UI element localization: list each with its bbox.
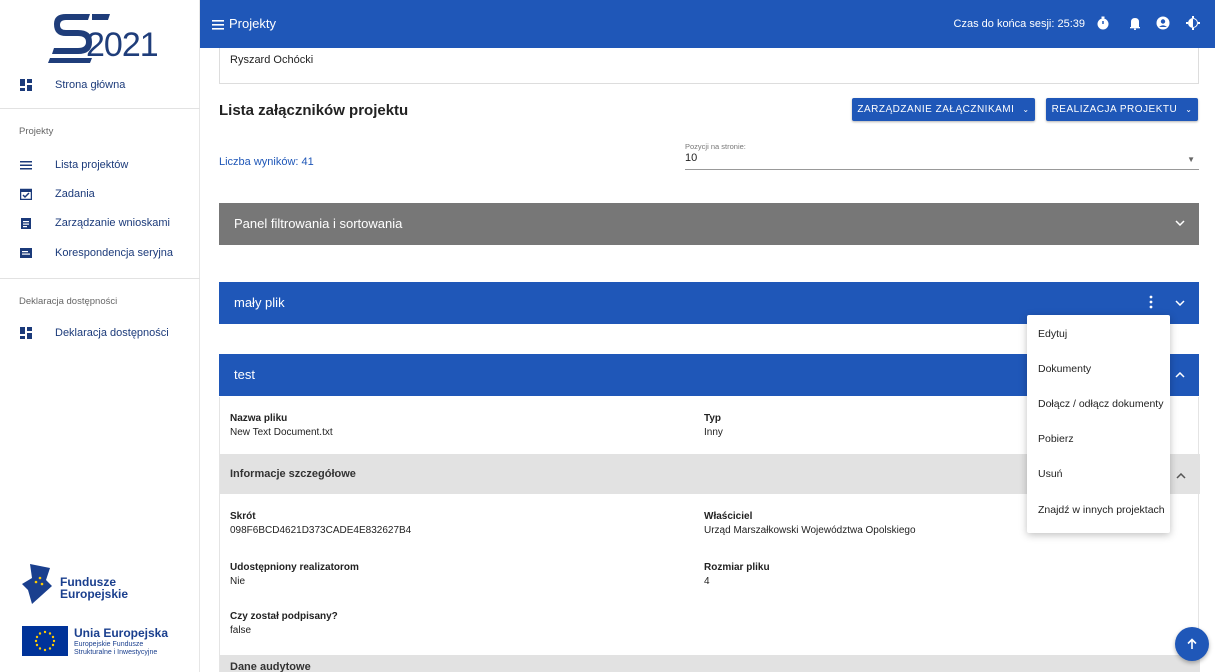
section-title: Informacje szczegółowe — [230, 468, 356, 480]
section-label-deklaracja: Deklaracja dostępności — [19, 296, 118, 307]
attachment-title: mały plik — [234, 295, 285, 310]
field-value: New Text Document.txt — [230, 427, 333, 438]
fe-logo-text: Fundusze Europejskie — [60, 575, 129, 601]
menu-item-find-in-other-projects[interactable]: Znajdź w innych projektach — [1027, 493, 1170, 527]
field-label: Udostępniony realizatorom — [230, 562, 359, 573]
divider — [0, 108, 200, 109]
fe-flag-icon — [22, 564, 52, 604]
notification-bell-icon[interactable] — [1127, 15, 1143, 31]
eu-logo-title: Unia Europejska — [74, 626, 169, 640]
attachment-title: test — [234, 367, 255, 382]
list-icon — [20, 159, 32, 171]
page-heading: Lista załączników projektu — [219, 102, 409, 119]
chevron-down-icon — [1175, 218, 1185, 229]
field-label: Czy został podpisany? — [230, 611, 338, 622]
field-file-name: Nazwa pliku New Text Document.txt — [230, 413, 333, 438]
menu-item-attach-detach-documents[interactable]: Dołącz / odłącz dokumenty — [1027, 387, 1170, 421]
project-person: Ryszard Ochócki — [230, 54, 314, 66]
dashboard-icon — [20, 327, 32, 339]
field-value: 4 — [704, 576, 710, 587]
chevron-down-icon[interactable] — [1175, 298, 1185, 309]
field-value: Nie — [230, 576, 246, 587]
fundusze-europejskie-logo: Fundusze Europejskie — [22, 564, 182, 608]
sidebar-item-accessibility[interactable]: Deklaracja dostępności — [0, 322, 200, 344]
sidebar-item-label: Deklaracja dostępności — [55, 327, 169, 339]
dashboard-icon — [20, 79, 32, 91]
timer-icon[interactable] — [1095, 15, 1111, 31]
sidebar-item-label: Lista projektów — [55, 159, 129, 171]
field-label: Nazwa pliku — [230, 413, 288, 424]
chevron-up-icon[interactable] — [1176, 471, 1186, 482]
sidebar-item-mail-merge[interactable]: Korespondencja seryjna — [0, 242, 200, 264]
field-owner: Właściciel Urząd Marszałkowski Województ… — [704, 511, 916, 536]
session-timer: Czas do końca sesji: 25:39 — [953, 18, 1085, 30]
sidebar-item-label: Zarządzanie wnioskami — [55, 217, 170, 229]
field-label: Typ — [704, 413, 722, 424]
sidebar-item-label: Strona główna — [55, 79, 126, 91]
section-title: Dane audytowe — [230, 661, 311, 672]
page-title: Projekty — [229, 16, 276, 31]
filter-panel-title: Panel filtrowania i sortowania — [234, 216, 403, 231]
sidebar-item-label: Korespondencja seryjna — [55, 247, 174, 259]
per-page-value: 10 — [685, 152, 698, 164]
chevron-up-icon[interactable] — [1175, 370, 1185, 381]
scroll-to-top-button[interactable] — [1175, 627, 1209, 661]
field-shared: Udostępniony realizatorom Nie — [230, 562, 359, 587]
field-hash: Skrót 098F6BCD4621D373CADE4E832627B4 — [230, 511, 411, 536]
field-label: Właściciel — [704, 511, 753, 522]
field-file-size: Rozmiar pliku 4 — [704, 562, 770, 587]
field-type: Typ Inny — [704, 413, 723, 438]
button-label: ZARZĄDZANIE ZAŁĄCZNIKAMI — [857, 104, 1015, 115]
chevron-down-icon: ⌄ — [1185, 105, 1193, 114]
sidebar-item-label: Zadania — [55, 188, 95, 200]
attachment-actions-menu: Edytuj Dokumenty Dołącz / odłącz dokumen… — [1027, 315, 1170, 533]
calendar-check-icon — [20, 188, 32, 200]
button-label: REALIZACJA PROJEKTU — [1051, 104, 1178, 115]
filter-sort-panel[interactable]: Panel filtrowania i sortowania — [219, 203, 1199, 245]
result-count: Liczba wyników: 41 — [219, 156, 314, 168]
project-info-card: Ryszard Ochócki — [219, 48, 1199, 84]
section-audit-header[interactable]: Dane audytowe — [220, 655, 1200, 672]
arrow-up-icon — [1187, 638, 1197, 649]
field-value: false — [230, 625, 252, 636]
menu-item-download[interactable]: Pobierz — [1027, 422, 1170, 456]
per-page-select[interactable]: 10 ▼ — [685, 152, 1199, 170]
mail-merge-icon — [20, 247, 32, 259]
eu-logo-subtitle: Europejskie Fundusze Strukturalne i Inwe… — [74, 641, 158, 656]
field-label: Rozmiar pliku — [704, 562, 770, 573]
sidebar: 2021 Strona główna Projekty Lista projek… — [0, 0, 200, 672]
menu-item-delete[interactable]: Usuń — [1027, 457, 1170, 491]
logo-year: 2021 — [86, 26, 159, 64]
eu-flag-icon — [22, 626, 68, 656]
sidebar-item-home[interactable]: Strona główna — [0, 74, 200, 96]
menu-item-edit[interactable]: Edytuj — [1027, 317, 1170, 351]
sidebar-item-applications[interactable]: Zarządzanie wnioskami — [0, 212, 200, 234]
field-signed: Czy został podpisany? false — [230, 611, 338, 636]
field-value: Inny — [704, 427, 723, 438]
clipboard-icon — [20, 217, 32, 229]
top-bar: Projekty Czas do końca sesji: 25:39 — [200, 0, 1215, 48]
dropdown-arrow-icon: ▼ — [1187, 155, 1195, 164]
project-realization-button[interactable]: REALIZACJA PROJEKTU ⌄ — [1046, 98, 1198, 121]
contrast-settings-icon[interactable] — [1185, 15, 1201, 31]
sidebar-item-project-list[interactable]: Lista projektów — [0, 154, 200, 176]
field-value: Urząd Marszałkowski Województwa Opolskie… — [704, 525, 916, 536]
st2021-logo[interactable]: 2021 — [48, 10, 166, 68]
divider — [0, 278, 200, 279]
more-vert-icon[interactable] — [1149, 295, 1153, 312]
attachments-management-button[interactable]: ZARZĄDZANIE ZAŁĄCZNIKAMI ⌄ — [852, 98, 1035, 121]
hamburger-menu-icon[interactable] — [212, 17, 224, 33]
menu-item-documents[interactable]: Dokumenty — [1027, 352, 1170, 386]
per-page-label: Pozycji na stronie: — [685, 142, 746, 151]
section-label-projekty: Projekty — [19, 126, 54, 137]
field-value: 098F6BCD4621D373CADE4E832627B4 — [230, 525, 412, 536]
user-account-icon[interactable] — [1155, 15, 1171, 31]
unia-europejska-logo: Unia Europejska Europejskie Fundusze Str… — [22, 622, 200, 662]
field-label: Skrót — [230, 511, 256, 522]
chevron-down-icon: ⌄ — [1022, 105, 1030, 114]
sidebar-item-tasks[interactable]: Zadania — [0, 183, 200, 205]
